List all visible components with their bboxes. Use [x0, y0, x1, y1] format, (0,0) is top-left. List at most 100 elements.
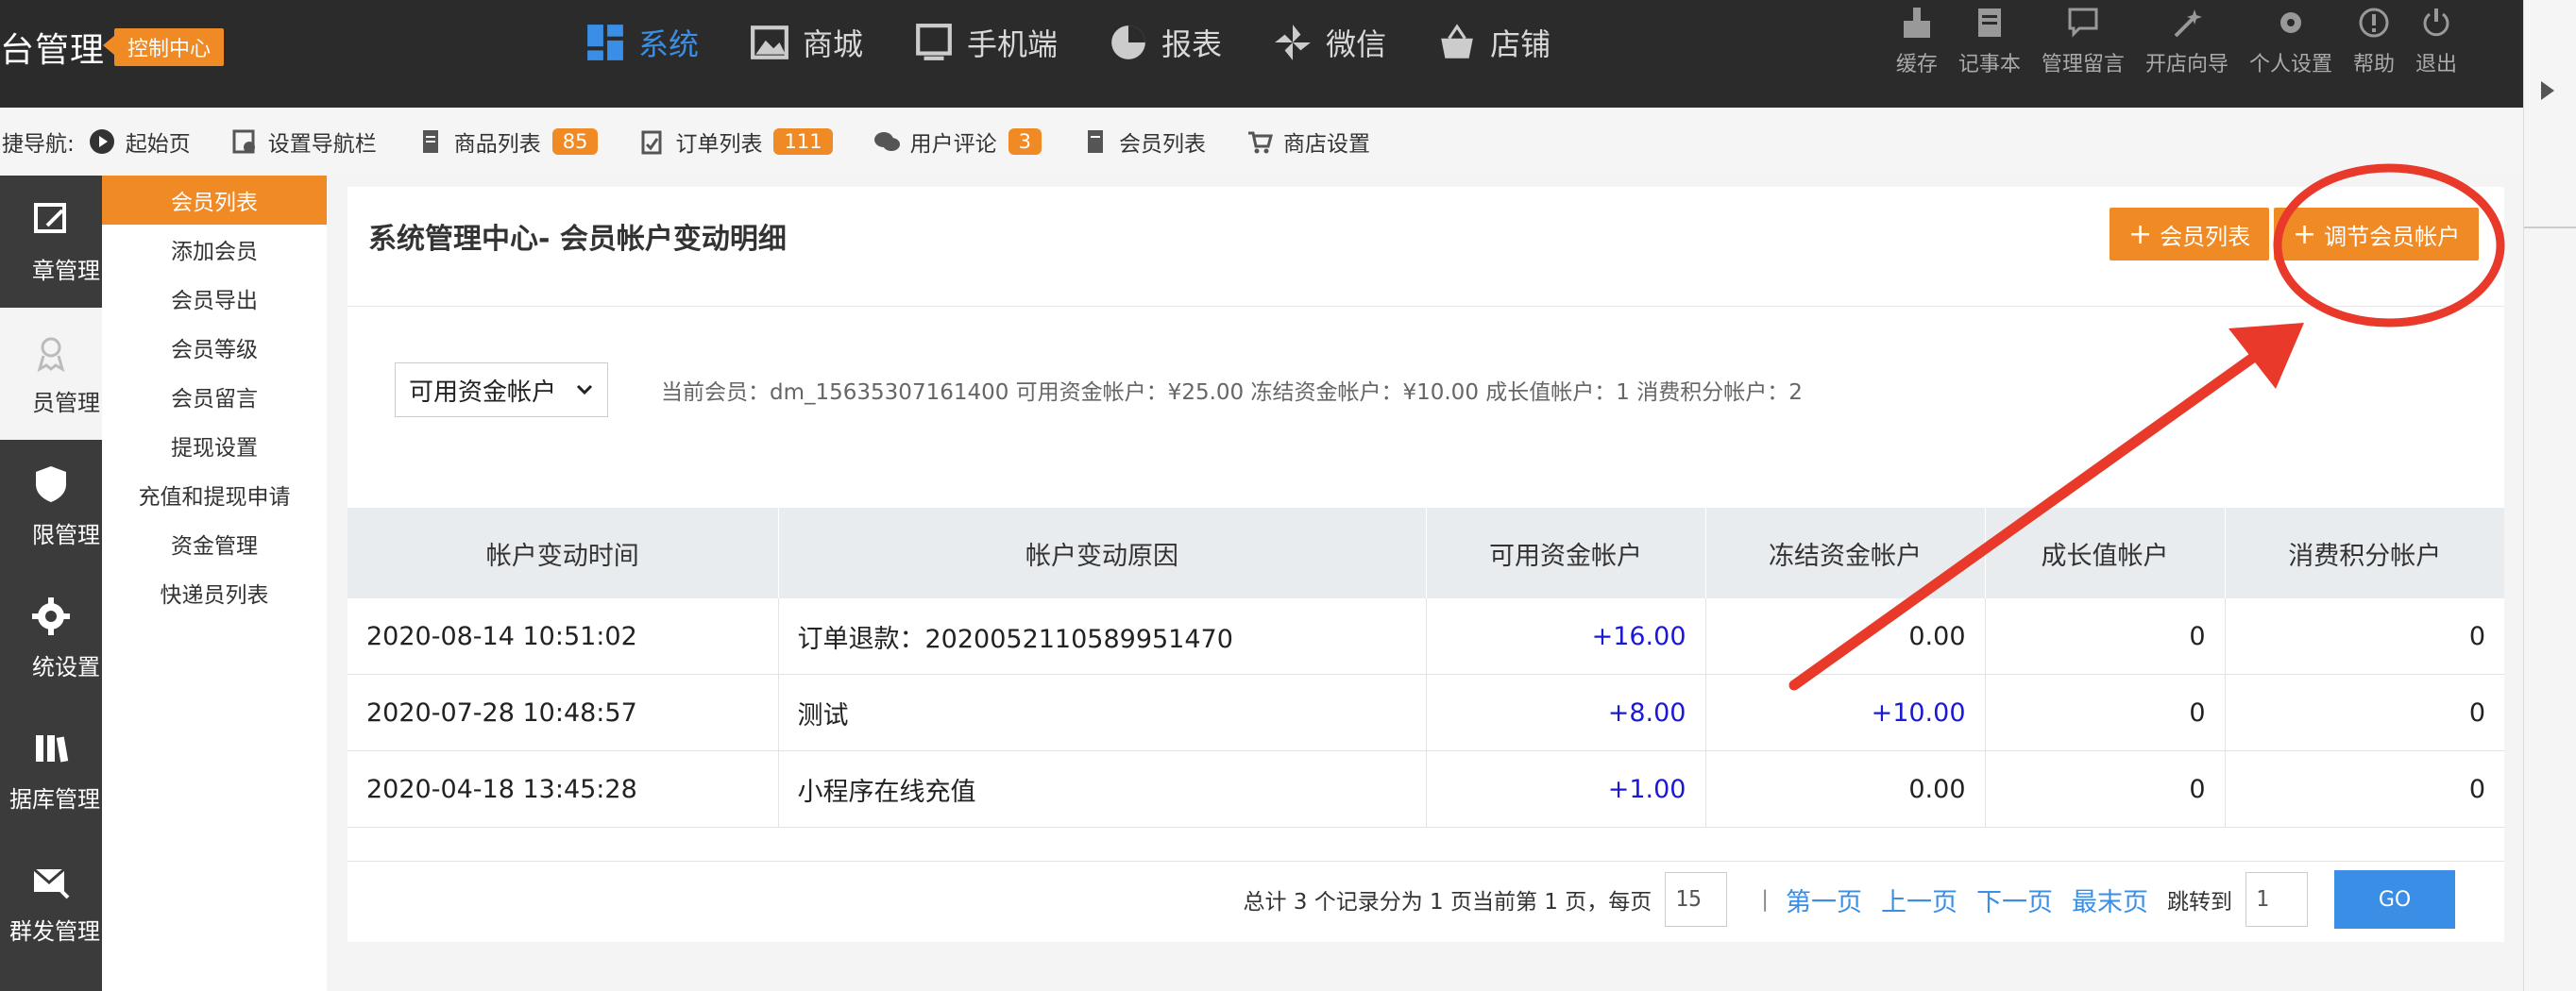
last-page-link[interactable]: 最末页 — [2072, 882, 2148, 918]
tool-cache[interactable]: 缓存 — [1896, 6, 1938, 77]
cell-time: 2020-08-14 10:51:02 — [347, 598, 779, 675]
col-change-reason[interactable]: 帐户变动原因 — [778, 508, 1427, 598]
quick-nav-store-settings[interactable]: 商店设置 — [1246, 126, 1370, 158]
quick-nav-home[interactable]: 起始页 — [88, 126, 191, 158]
top-tools: 缓存 记事本 管理留言 开店向导 个人设置 帮助 退出 — [1875, 6, 2457, 77]
basket-icon — [1441, 24, 1473, 59]
nav-mall-label: 商城 — [803, 26, 864, 62]
col-frozen-funds[interactable]: 冻结资金帐户 — [1705, 508, 1986, 598]
quick-nav-label: 捷导航: — [2, 132, 75, 157]
quick-nav-products[interactable]: 商品列表 85 — [416, 126, 599, 158]
monitor-icon — [916, 24, 952, 60]
quick-nav-orders[interactable]: 订单列表 111 — [637, 126, 833, 158]
quick-nav-settings-label: 设置导航栏 — [267, 132, 377, 157]
member-account-summary: 当前会员：dm_15635307161400 可用资金帐户：¥25.00 冻结资… — [661, 380, 1803, 405]
nav-shop[interactable]: 店铺 — [1437, 21, 1551, 64]
module-mass-mail-label: 群发管理 — [9, 917, 100, 945]
tool-profile-label: 个人设置 — [2248, 53, 2332, 76]
nav-report[interactable]: 报表 — [1109, 21, 1222, 64]
shield-icon — [36, 465, 66, 502]
image-icon — [751, 25, 788, 59]
next-page-link[interactable]: 下一页 — [1976, 882, 2053, 918]
tool-help[interactable]: 帮助 — [2353, 6, 2395, 77]
member-submenu: 会员列表 添加会员 会员导出 会员等级 会员留言 提现设置 充值和提现申请 资金… — [102, 176, 328, 991]
quick-nav-reviews[interactable]: 用户评论 3 — [873, 126, 1042, 158]
module-database[interactable]: 据库管理 — [0, 704, 102, 836]
reviews-count-badge: 3 — [1008, 128, 1042, 155]
submenu-fund-management[interactable]: 资金管理 — [102, 519, 327, 568]
submenu-recharge-withdraw-requests[interactable]: 充值和提现申请 — [102, 470, 327, 519]
nav-wechat[interactable]: 微信 — [1273, 21, 1386, 64]
control-center-badge[interactable]: 控制中心 — [103, 28, 225, 66]
go-button[interactable]: GO — [2334, 870, 2455, 929]
nav-system-label: 系统 — [638, 26, 700, 62]
pie-chart-icon — [1111, 25, 1145, 59]
cell-reason: 小程序在线充值 — [778, 750, 1427, 828]
nav-system[interactable]: 系统 — [585, 21, 699, 64]
strip-divider — [2524, 227, 2576, 228]
tool-messages[interactable]: 管理留言 — [2042, 6, 2125, 77]
module-mass-mail[interactable]: 群发管理 — [0, 836, 102, 968]
tool-logout[interactable]: 退出 — [2415, 6, 2457, 77]
content-panel: 系统管理中心- 会员帐户变动明细 + 会员列表 + 调节会员帐户 可用资金帐户 … — [347, 187, 2504, 942]
table-row: 2020-04-18 13:45:28 小程序在线充值 +1.00 0.00 0… — [347, 750, 2504, 828]
cell-available: +1.00 — [1426, 750, 1706, 828]
adjust-account-button-label: 调节会员帐户 — [2324, 223, 2461, 250]
gear-icon — [2279, 12, 2301, 33]
cell-frozen: 0.00 — [1705, 598, 1986, 675]
tool-wizard[interactable]: 开店向导 — [2145, 6, 2229, 77]
quick-nav-settings[interactable]: 设置导航栏 — [230, 126, 377, 158]
module-article-label: 章管理 — [32, 257, 100, 284]
submenu-member-levels[interactable]: 会员等级 — [102, 323, 327, 372]
col-growth-value[interactable]: 成长值帐户 — [1985, 508, 2226, 598]
module-database-label: 据库管理 — [9, 785, 100, 813]
cell-points: 0 — [2225, 674, 2504, 751]
database-icon — [36, 734, 69, 762]
module-member-label: 员管理 — [32, 389, 100, 416]
expand-arrow-icon[interactable] — [2541, 81, 2554, 100]
module-permission[interactable]: 限管理 — [0, 440, 102, 572]
filter-row: 可用资金帐户 当前会员：dm_15635307161400 可用资金帐户：¥25… — [395, 362, 1803, 417]
account-type-select[interactable]: 可用资金帐户 — [395, 362, 608, 417]
cell-reason: 订单退款：2020052110589951470 — [778, 598, 1427, 675]
nav-mall[interactable]: 商城 — [750, 21, 863, 64]
adjust-account-button[interactable]: + 调节会员帐户 — [2274, 208, 2480, 260]
tool-cache-label: 缓存 — [1895, 53, 1938, 76]
tool-logout-label: 退出 — [2415, 53, 2457, 76]
col-change-time[interactable]: 帐户变动时间 — [347, 508, 779, 598]
submenu-export-members[interactable]: 会员导出 — [102, 274, 327, 323]
col-points[interactable]: 消费积分帐户 — [2225, 508, 2504, 598]
submenu-add-member[interactable]: 添加会员 — [102, 225, 327, 274]
tool-notebook[interactable]: 记事本 — [1958, 6, 2021, 77]
right-scroll-strip — [2523, 0, 2576, 991]
module-article[interactable]: 章管理 — [0, 176, 102, 308]
tool-help-label: 帮助 — [2352, 53, 2395, 76]
products-count-badge: 85 — [551, 128, 599, 155]
quick-nav-members-label: 会员列表 — [1118, 132, 1206, 157]
quick-nav-members[interactable]: 会员列表 — [1081, 126, 1206, 158]
jump-page-input[interactable]: 1 — [2246, 872, 2308, 927]
first-page-link[interactable]: 第一页 — [1786, 882, 1862, 918]
tool-profile[interactable]: 个人设置 — [2249, 6, 2332, 77]
member-list-button[interactable]: + 会员列表 — [2110, 208, 2270, 260]
module-system-settings-label: 统设置 — [32, 653, 100, 680]
col-available-funds[interactable]: 可用资金帐户 — [1426, 508, 1706, 598]
quick-nav-home-label: 起始页 — [125, 132, 191, 157]
notebook-icon — [1977, 8, 2001, 37]
module-permission-label: 限管理 — [32, 521, 100, 548]
module-member[interactable]: 员管理 — [0, 308, 102, 440]
cell-frozen: +10.00 — [1705, 674, 1986, 751]
nav-mobile[interactable]: 手机端 — [914, 21, 1058, 64]
submenu-courier-list[interactable]: 快递员列表 — [102, 568, 327, 617]
article-icon — [34, 202, 66, 233]
submenu-member-list[interactable]: 会员列表 — [102, 176, 327, 225]
submenu-member-messages[interactable]: 会员留言 — [102, 372, 327, 421]
nav-wechat-label: 微信 — [1326, 26, 1387, 62]
module-system-settings[interactable]: 统设置 — [0, 572, 102, 704]
submenu-withdraw-settings[interactable]: 提现设置 — [102, 421, 327, 470]
per-page-input[interactable]: 15 — [1665, 872, 1728, 927]
account-change-table: 帐户变动时间 帐户变动原因 可用资金帐户 冻结资金帐户 成长值帐户 消费积分帐户… — [347, 508, 2504, 828]
table-row: 2020-07-28 10:48:57 测试 +8.00 +10.00 0 0 — [347, 674, 2504, 751]
prev-page-link[interactable]: 上一页 — [1881, 882, 1957, 918]
mail-icon — [33, 867, 70, 899]
